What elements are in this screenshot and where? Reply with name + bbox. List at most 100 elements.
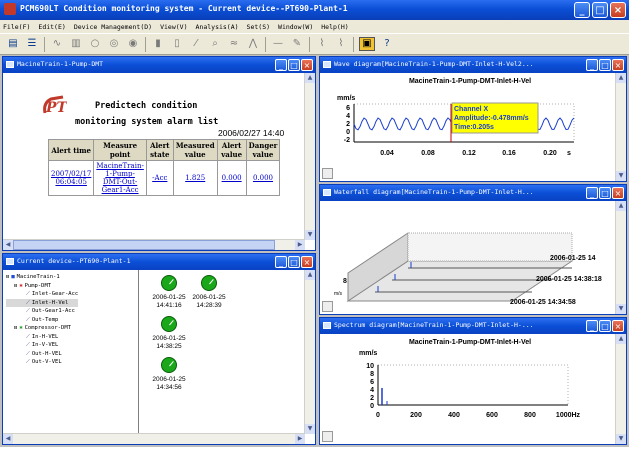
pin-tool-icon[interactable]: ⌇: [315, 37, 329, 51]
alarm-window-minimize-button[interactable]: _: [275, 59, 287, 71]
zoom-tool-icon[interactable]: ⌕: [208, 37, 222, 51]
scroll-down-arrow[interactable]: ▼: [616, 434, 626, 444]
spectrum-window-title-bar[interactable]: Spectrum diagram[MacineTrain-1-Pump-DMT-…: [320, 318, 626, 334]
scroll-down-arrow[interactable]: ▼: [305, 230, 315, 240]
bar-tool-icon[interactable]: ▥: [69, 37, 83, 51]
tree-node-compressor[interactable]: ⊟ ✱ Compressor-DMT: [6, 324, 78, 333]
tree-node-machinetrain[interactable]: ⊟ ■ MacineTrain-1: [6, 273, 78, 282]
tree-view-icon[interactable]: ▤: [6, 37, 20, 51]
scroll-right-arrow[interactable]: ▶: [295, 240, 305, 250]
line-tool-icon[interactable]: —: [271, 37, 285, 51]
tree-node-sensor[interactable]: ⟋ In-V-VEL: [6, 341, 78, 350]
measured-value-link[interactable]: 1.825: [172, 160, 218, 196]
wave-vertical-scrollbar[interactable]: ▲ ▼: [615, 73, 626, 181]
menu-window[interactable]: Window(W): [278, 23, 313, 31]
scroll-down-arrow[interactable]: ▼: [616, 171, 626, 181]
scroll-up-arrow[interactable]: ▲: [616, 201, 626, 211]
wave-tool-icon[interactable]: ∿: [50, 37, 64, 51]
polar-tool-icon[interactable]: ◉: [126, 37, 140, 51]
waterfall-window-minimize-button[interactable]: _: [586, 187, 598, 199]
peak-tool-icon[interactable]: ⋀: [246, 37, 260, 51]
menu-device-management[interactable]: Device Management(D): [74, 23, 152, 31]
menu-analysis[interactable]: Analysis(A): [196, 23, 239, 31]
circle-tool-icon[interactable]: ○: [88, 37, 102, 51]
app-title-bar[interactable]: PCM690LT Condition monitoring system - C…: [0, 0, 629, 20]
alert-time-cell[interactable]: 2007/02/17 06:04:05: [47, 160, 95, 196]
device-horizontal-scrollbar[interactable]: ◀ ▶: [3, 433, 305, 444]
tree-node-sensor[interactable]: ⟋ Inlet-Gear-Acc: [6, 290, 78, 299]
spectrum-window-minimize-button[interactable]: _: [586, 320, 598, 332]
list-view-icon[interactable]: ☰: [25, 37, 39, 51]
spectrum-chart[interactable]: MacineTrain-1-Pump-DMT-Inlet-H-Vel mm/s …: [320, 334, 616, 444]
device-window-maximize-button[interactable]: □: [288, 256, 300, 268]
alarm-window-close-button[interactable]: ×: [301, 59, 313, 71]
menu-view[interactable]: View(V): [160, 23, 187, 31]
scroll-down-arrow[interactable]: ▼: [616, 304, 626, 314]
spectrum-tool-icon[interactable]: ▮: [151, 37, 165, 51]
wave-chart[interactable]: MacineTrain-1-Pump-DMT-Inlet-H-Vel mm/s …: [320, 73, 616, 181]
orbit-tool-icon[interactable]: ◎: [107, 37, 121, 51]
tree-node-sensor[interactable]: ⟋ Out-H-VEL: [6, 350, 78, 359]
danger-value-link[interactable]: 0.000: [245, 160, 281, 196]
expand-icon[interactable]: ⊟: [14, 282, 17, 291]
pane-splitter[interactable]: [138, 270, 139, 444]
maximize-button[interactable]: □: [592, 2, 608, 18]
tree-node-sensor[interactable]: ⟋ Out-V-VEL: [6, 358, 78, 367]
resize-handle-icon[interactable]: [322, 301, 333, 312]
alarm-vertical-scrollbar[interactable]: ▲ ▼: [304, 73, 315, 240]
device-window-close-button[interactable]: ×: [301, 256, 313, 268]
waterfall-chart[interactable]: 2006-01-25 14 2006-01-25 14:38:18 2006-0…: [320, 201, 616, 314]
scroll-up-arrow[interactable]: ▲: [305, 270, 315, 280]
menu-set[interactable]: Set(S): [247, 23, 270, 31]
measure-point-link[interactable]: MacineTrain-1-Pump-DMT-Out-Gear1-Acc: [93, 160, 147, 196]
trend-tool-icon[interactable]: ≈: [227, 37, 241, 51]
scroll-up-arrow[interactable]: ▲: [616, 334, 626, 344]
wave-window-maximize-button[interactable]: □: [599, 59, 611, 71]
expand-icon[interactable]: ⊟: [14, 324, 17, 333]
scroll-left-arrow[interactable]: ◀: [3, 240, 13, 250]
scroll-up-arrow[interactable]: ▲: [616, 73, 626, 83]
device-vertical-scrollbar[interactable]: ▲ ▼: [304, 270, 315, 434]
scroll-left-arrow[interactable]: ◀: [3, 434, 13, 444]
waterfall-window-close-button[interactable]: ×: [612, 187, 624, 199]
alert-state-link[interactable]: -Acc: [145, 160, 174, 196]
wave-window-close-button[interactable]: ×: [612, 59, 624, 71]
menu-file[interactable]: File(F): [3, 23, 30, 31]
minimize-button[interactable]: _: [574, 2, 590, 18]
resize-handle-icon[interactable]: [322, 168, 333, 179]
monitor-icon[interactable]: ▣: [359, 37, 375, 51]
tree-node-sensor[interactable]: ⟋ Out-Temp: [6, 316, 78, 325]
scroll-thumb[interactable]: [13, 240, 275, 250]
record-dial-icon[interactable]: [161, 275, 177, 291]
close-button[interactable]: ×: [610, 2, 626, 18]
spectrum-vertical-scrollbar[interactable]: ▲ ▼: [615, 334, 626, 444]
marker-tool-icon[interactable]: ⌇: [334, 37, 348, 51]
tree-node-sensor[interactable]: ⟋ Out-Gear1-Acc: [6, 307, 78, 316]
waterfall-vertical-scrollbar[interactable]: ▲ ▼: [615, 201, 626, 314]
help-icon[interactable]: ?: [380, 37, 394, 51]
tree-node-sensor[interactable]: ⟋ In-H-VEL: [6, 333, 78, 342]
spectrum-window-maximize-button[interactable]: □: [599, 320, 611, 332]
spectrum-window-close-button[interactable]: ×: [612, 320, 624, 332]
waterfall-window-maximize-button[interactable]: □: [599, 187, 611, 199]
record-dial-icon[interactable]: [201, 275, 217, 291]
scroll-down-arrow[interactable]: ▼: [305, 424, 315, 434]
record-dial-icon[interactable]: [161, 316, 177, 332]
scroll-right-arrow[interactable]: ▶: [295, 434, 305, 444]
wave-window-minimize-button[interactable]: _: [586, 59, 598, 71]
alert-value-link[interactable]: 0.000: [216, 160, 247, 196]
pen-tool-icon[interactable]: ✎: [290, 37, 304, 51]
device-window-title-bar[interactable]: Current device--PT690-Plant-1 _ □ ×: [3, 254, 315, 270]
menu-edit[interactable]: Edit(E): [38, 23, 65, 31]
tree-node-pump[interactable]: ⊟ ✱ Pump-DMT: [6, 282, 78, 291]
expand-icon[interactable]: ⊟: [6, 273, 9, 282]
record-dial-icon[interactable]: [161, 357, 177, 373]
alarm-horizontal-scrollbar[interactable]: ◀ ▶: [3, 239, 305, 250]
tree-node-sensor[interactable]: ⟋ Inlet-H-Vel: [6, 298, 79, 307]
alarm-window-maximize-button[interactable]: □: [288, 59, 300, 71]
device-window-minimize-button[interactable]: _: [275, 256, 287, 268]
scroll-up-arrow[interactable]: ▲: [305, 73, 315, 83]
alarm-window-title-bar[interactable]: MacineTrain-1-Pump-DMT _ □ ×: [3, 57, 315, 73]
menu-help[interactable]: Help(H): [321, 23, 348, 31]
wave-window-title-bar[interactable]: Wave diagram[MacineTrain-1-Pump-DMT-Inle…: [320, 57, 626, 73]
